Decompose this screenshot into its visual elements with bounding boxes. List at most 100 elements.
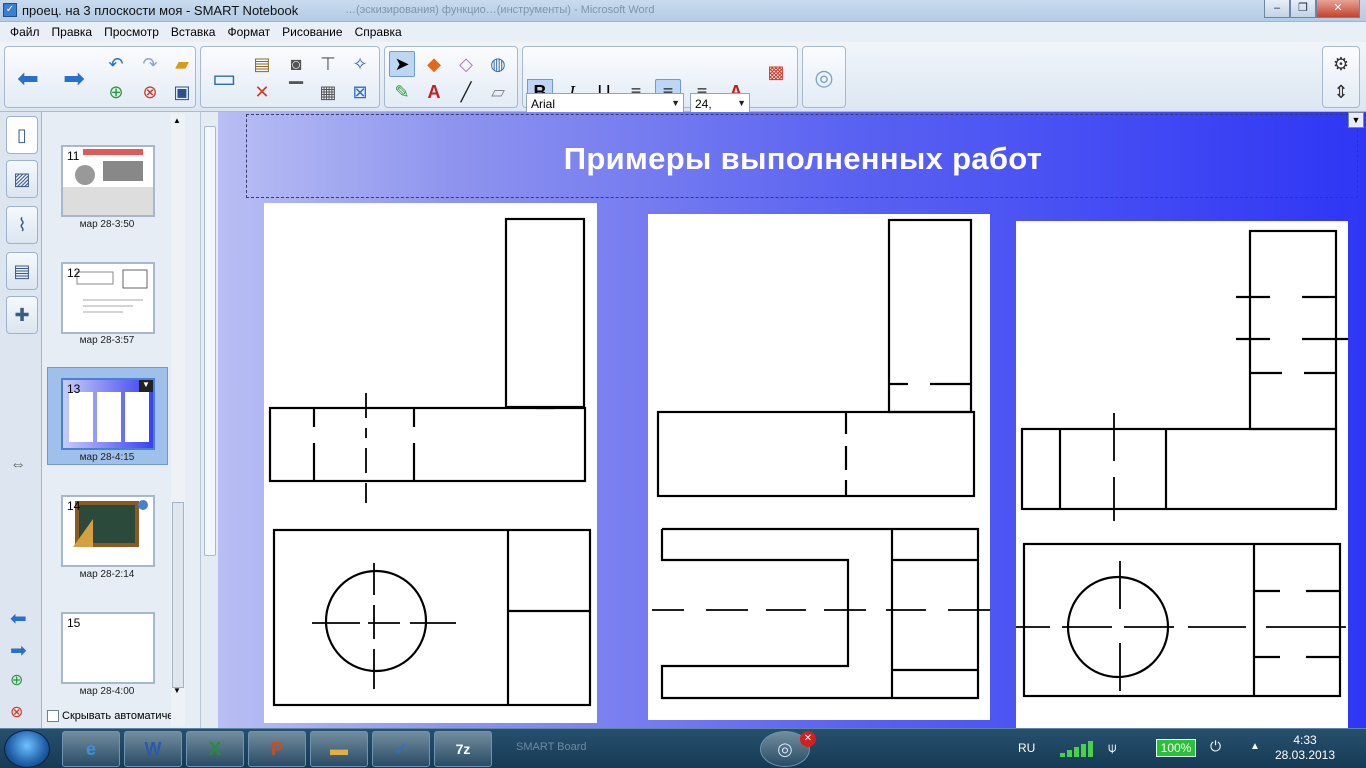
drawing-panel-3[interactable]: [1016, 221, 1348, 728]
page-number: 14: [67, 499, 81, 513]
chevron-down-icon: ▼: [671, 98, 680, 108]
page-thumbnail-13[interactable]: 13 ▼: [61, 378, 155, 450]
menu-help[interactable]: Справка: [349, 25, 408, 39]
attachments-icon[interactable]: ⌇: [6, 206, 38, 244]
redo-icon[interactable]: ↷: [137, 51, 163, 77]
previous-page-icon[interactable]: ⬅: [10, 606, 27, 631]
page-thumbnail-12[interactable]: 12: [61, 262, 155, 334]
word-icon[interactable]: W: [124, 731, 182, 767]
7zip-icon[interactable]: 7z: [434, 731, 492, 767]
fill-icon[interactable]: ◍: [485, 51, 511, 77]
menu-edit[interactable]: Правка: [46, 25, 99, 39]
addons-icon[interactable]: ✚: [6, 296, 38, 334]
delete-page-icon[interactable]: ⊗: [137, 79, 163, 105]
page-menu-icon[interactable]: ▼: [139, 380, 153, 392]
paste-icon[interactable]: ▤: [249, 51, 275, 77]
scroll-up-icon[interactable]: ▲: [173, 116, 181, 125]
internet-explorer-icon[interactable]: e: [62, 731, 120, 767]
forward-arrow-icon[interactable]: ➡: [57, 53, 91, 103]
screen-shade-icon[interactable]: ▔: [283, 79, 309, 105]
title-textbox[interactable]: Примеры выполненных работ: [246, 114, 1358, 198]
select-arrow-icon[interactable]: ➤: [389, 51, 415, 77]
color-palette-icon[interactable]: ▩: [763, 59, 789, 85]
display-screen-icon[interactable]: ▭: [207, 53, 241, 103]
gear-icon[interactable]: ⚙: [1328, 51, 1354, 77]
screen-capture-icon[interactable]: ◙: [283, 51, 309, 77]
menu-file[interactable]: Файл: [4, 25, 46, 39]
gallery-icon[interactable]: ▨: [6, 160, 38, 198]
close-button[interactable]: ✕: [1316, 0, 1360, 18]
page-date: мар 28-2:14: [79, 569, 135, 580]
orthographic-drawing-2: [652, 218, 990, 700]
magic-pen-icon[interactable]: ✧: [347, 51, 373, 77]
excel-icon[interactable]: X: [186, 731, 244, 767]
taskbar-ghost-label: SMART Board: [516, 741, 587, 753]
properties-icon[interactable]: ▤: [6, 252, 38, 290]
page-thumbnail-11[interactable]: 11: [61, 145, 155, 217]
page-sorter-scrollbar[interactable]: ▲ ▼: [171, 114, 185, 726]
clock[interactable]: 4:33 28.03.2013: [1270, 733, 1340, 763]
move-vertical-icon[interactable]: ⇕: [1328, 79, 1354, 105]
start-button[interactable]: [4, 730, 50, 768]
next-page-icon[interactable]: ➡: [10, 638, 27, 663]
save-icon[interactable]: ▣: [169, 79, 195, 105]
shapes-icon[interactable]: ◆: [421, 51, 447, 77]
pens-icon[interactable]: ✎: [389, 79, 415, 105]
window-title: проец. на 3 плоскости моя - SMART Notebo…: [22, 3, 299, 18]
menu-format[interactable]: Формат: [221, 25, 276, 39]
drawing-panel-2[interactable]: [648, 214, 990, 720]
show-hidden-icons-icon[interactable]: ▲: [1250, 741, 1260, 752]
window-capture-icon[interactable]: ⊤: [315, 51, 341, 77]
toolbar-group-tools: ➤ ◆ ◇ ◍ ✎ A ╱ ▱: [384, 46, 518, 108]
page-thumbnail-14[interactable]: 14: [61, 495, 155, 567]
resize-horizontal-icon[interactable]: ⇔: [10, 456, 26, 474]
wireless-icon[interactable]: ⍦: [1108, 739, 1116, 756]
page-number: 13: [67, 382, 81, 396]
minimize-button[interactable]: ‒: [1264, 0, 1290, 18]
taskbar: e W X P ▬ ✓ 7z SMART Board ◎ ✕ RU ⍦ 100%…: [0, 728, 1366, 768]
font-size-value: 24,: [695, 97, 712, 111]
transparency-icon[interactable]: ◎: [807, 53, 841, 103]
line-icon[interactable]: ╱: [453, 79, 479, 105]
slide-canvas[interactable]: Примеры выполненных работ ▼: [218, 112, 1366, 728]
battery-indicator[interactable]: 100%: [1156, 739, 1196, 757]
add-page-icon[interactable]: ⊕: [10, 670, 23, 690]
notebook-icon[interactable]: ✓: [372, 731, 430, 767]
delete-page-icon[interactable]: ⊗: [10, 702, 23, 722]
table-icon[interactable]: ▦: [315, 79, 341, 105]
back-arrow-icon[interactable]: ⬅: [11, 53, 45, 103]
undo-icon[interactable]: ↶: [103, 51, 129, 77]
delete-icon[interactable]: ✕: [249, 79, 275, 105]
text-icon[interactable]: A: [421, 79, 447, 105]
page-date: мар 28-4:15: [79, 452, 135, 463]
explorer-folder-icon[interactable]: ▬: [310, 731, 368, 767]
app-icon: ✓: [3, 3, 17, 17]
close-view-icon[interactable]: ⊠: [347, 79, 373, 105]
menu-draw[interactable]: Рисование: [276, 25, 348, 39]
page-date: мар 28-3:50: [79, 219, 135, 230]
power-plug-icon[interactable]: ⏻: [1210, 738, 1221, 755]
menu-insert[interactable]: Вставка: [165, 25, 222, 39]
object-menu-icon[interactable]: ▼: [1348, 112, 1364, 128]
pane-splitter[interactable]: [200, 112, 218, 728]
page-date: мар 28-4:00: [79, 686, 135, 697]
add-page-icon[interactable]: ⊕: [103, 79, 129, 105]
eraser-tool-icon[interactable]: ▱: [485, 79, 511, 105]
page-thumbnail-15[interactable]: 15: [61, 612, 155, 684]
drawing-panel-1[interactable]: [264, 203, 597, 723]
powerpoint-icon[interactable]: P: [248, 731, 306, 767]
checkbox-box[interactable]: [47, 710, 59, 722]
page-sorter-icon[interactable]: ▯: [6, 116, 38, 154]
language-indicator[interactable]: RU: [1018, 741, 1035, 755]
orthographic-drawing-3: [1016, 229, 1348, 698]
maximize-button[interactable]: ❐: [1290, 0, 1316, 18]
open-folder-icon[interactable]: ▰: [169, 51, 195, 77]
network-signal-icon[interactable]: [1058, 737, 1106, 759]
toolbar: ⬅ ➡ ↶ ↷ ⊕ ⊗ ▰ ▣ ▭ ▤ ✕ ◙ ▔ ⊤ ▦ ✧ ⊠ ➤ ◆ ◇ …: [0, 42, 1366, 115]
scrollbar-thumb[interactable]: [172, 502, 184, 688]
eraser-icon[interactable]: ◇: [453, 51, 479, 77]
menu-view[interactable]: Просмотр: [98, 25, 165, 39]
scroll-down-icon[interactable]: ▼: [173, 686, 181, 695]
autohide-checkbox[interactable]: Скрывать автоматическ: [47, 710, 184, 722]
splitter-handle[interactable]: [204, 126, 216, 556]
